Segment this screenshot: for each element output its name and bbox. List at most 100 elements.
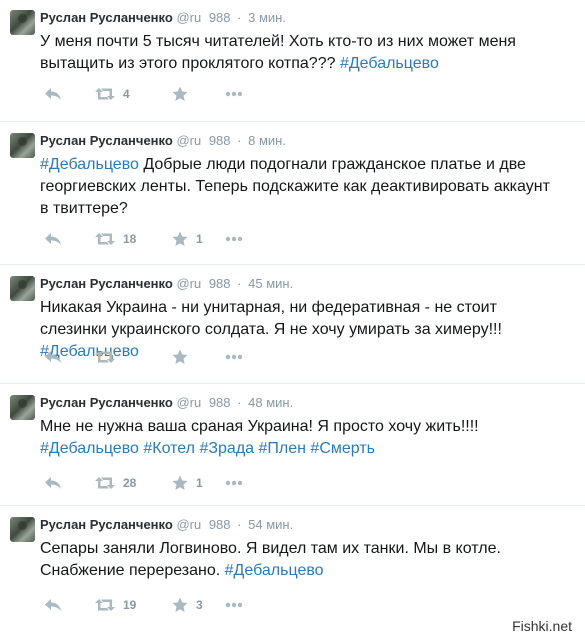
tweet-text: Сепары заняли Логвиново. Я видел там их … (40, 538, 560, 582)
tweet: Руслан Русланченко @ru 988 · 3 мин. У ме… (0, 0, 585, 122)
author-name[interactable]: Руслан Русланченко (40, 395, 173, 410)
avatar[interactable] (10, 10, 35, 35)
star-icon (172, 86, 188, 101)
author-handle[interactable]: @ru (176, 10, 201, 25)
author-handle[interactable]: @ru (176, 395, 201, 410)
reply-button[interactable] (44, 85, 62, 103)
favorite-button[interactable]: 3 (172, 596, 203, 614)
retweet-count: 4 (123, 87, 130, 101)
avatar[interactable] (10, 395, 35, 420)
hashtag-link[interactable]: #Зрада (199, 440, 254, 457)
author-name[interactable]: Руслан Русланченко (40, 133, 173, 148)
retweet-button[interactable] (95, 348, 123, 366)
timestamp[interactable]: 48 мин. (248, 395, 293, 410)
reply-button[interactable] (44, 474, 62, 492)
tweet: Руслан Русланченко @ru 988 · 54 мин. Сеп… (0, 507, 585, 641)
reply-icon (45, 88, 61, 100)
retweet-icon (95, 351, 115, 363)
tweet-text: #Дебальцево Добрые люди подогнали гражда… (40, 154, 560, 220)
tweet-body: Никакая Украина - ни унитарная, ни федер… (40, 299, 502, 338)
avatar[interactable] (10, 276, 35, 301)
more-icon (225, 354, 243, 360)
favorite-button[interactable]: 1 (172, 230, 203, 248)
retweet-count: 18 (123, 232, 137, 246)
more-button[interactable] (225, 85, 243, 103)
separator: · (237, 276, 242, 291)
favorite-count: 3 (196, 598, 203, 612)
separator: · (237, 10, 242, 25)
star-icon (172, 231, 188, 246)
retweet-button[interactable]: 19 (95, 596, 136, 614)
author-handle[interactable]: @ru (176, 133, 201, 148)
follower-count: 988 (208, 133, 231, 148)
reply-icon (45, 351, 61, 363)
tweet-header: Руслан Русланченко @ru 988 · 48 мин. (40, 395, 293, 411)
timestamp[interactable]: 54 мин. (248, 517, 293, 532)
reply-icon (45, 233, 61, 245)
star-icon (172, 597, 188, 612)
favorite-button[interactable] (172, 348, 196, 366)
follower-count: 988 (208, 517, 231, 532)
timestamp[interactable]: 3 мин. (248, 10, 286, 25)
author-name[interactable]: Руслан Русланченко (40, 276, 173, 291)
retweet-icon (95, 233, 115, 245)
author-name[interactable]: Руслан Русланченко (40, 517, 173, 532)
tweet-body: У меня почти 5 тысяч читателей! Хоть кто… (40, 33, 516, 72)
more-button[interactable] (225, 230, 243, 248)
tweet-header: Руслан Русланченко @ru 988 · 45 мин. (40, 276, 293, 292)
retweet-button[interactable]: 28 (95, 474, 136, 492)
follower-count: 988 (208, 395, 231, 410)
reply-button[interactable] (44, 596, 62, 614)
reply-button[interactable] (44, 348, 62, 366)
favorite-count: 1 (196, 476, 203, 490)
tweet-header: Руслан Русланченко @ru 988 · 3 мин. (40, 10, 286, 26)
retweet-icon (95, 88, 115, 100)
author-handle[interactable]: @ru (176, 517, 201, 532)
favorite-button[interactable]: 1 (172, 474, 203, 492)
tweet-header: Руслан Русланченко @ru 988 · 8 мин. (40, 133, 286, 149)
star-icon (172, 349, 188, 364)
reply-icon (45, 599, 61, 611)
author-handle[interactable]: @ru (176, 276, 201, 291)
more-icon (225, 480, 243, 486)
star-icon (172, 475, 188, 490)
more-button[interactable] (225, 474, 243, 492)
tweet: Руслан Русланченко @ru 988 · 45 мин. Ник… (0, 266, 585, 384)
more-button[interactable] (225, 348, 243, 366)
avatar[interactable] (10, 517, 35, 542)
reply-icon (45, 477, 61, 489)
tweet: Руслан Русланченко @ru 988 · 48 мин. Мне… (0, 385, 585, 506)
reply-button[interactable] (44, 230, 62, 248)
tweet: Руслан Русланченко @ru 988 · 8 мин. #Деб… (0, 123, 585, 265)
hashtag-link[interactable]: #Дебальцево (340, 55, 439, 72)
author-name[interactable]: Руслан Русланченко (40, 10, 173, 25)
separator: · (237, 133, 242, 148)
hashtag-link[interactable]: #Дебальцево (40, 440, 139, 457)
follower-count: 988 (208, 10, 231, 25)
tweet-text: У меня почти 5 тысяч читателей! Хоть кто… (40, 31, 560, 75)
tweet-body: Мне не нужна ваша сраная Украина! Я прос… (40, 418, 479, 435)
separator: · (237, 517, 242, 532)
retweet-icon (95, 477, 115, 489)
retweet-icon (95, 599, 115, 611)
retweet-count: 28 (123, 476, 137, 490)
follower-count: 988 (208, 276, 231, 291)
hashtag-link[interactable]: #Плен (259, 440, 306, 457)
more-button[interactable] (225, 596, 243, 614)
more-icon (225, 91, 243, 97)
favorite-button[interactable] (172, 85, 196, 103)
hashtag-link[interactable]: #Дебальцево (40, 156, 139, 173)
tweet-text: Мне не нужна ваша сраная Украина! Я прос… (40, 416, 560, 460)
retweet-button[interactable]: 18 (95, 230, 136, 248)
hashtag-link[interactable]: #Дебальцево (225, 562, 324, 579)
hashtag-link[interactable]: #Смерть (310, 440, 375, 457)
hashtag-link[interactable]: #Котел (143, 440, 195, 457)
separator: · (237, 395, 242, 410)
timestamp[interactable]: 8 мин. (248, 133, 286, 148)
timestamp[interactable]: 45 мин. (248, 276, 293, 291)
more-icon (225, 602, 243, 608)
avatar[interactable] (10, 133, 35, 158)
tweet-header: Руслан Русланченко @ru 988 · 54 мин. (40, 517, 293, 533)
retweet-count: 19 (123, 598, 137, 612)
retweet-button[interactable]: 4 (95, 85, 130, 103)
